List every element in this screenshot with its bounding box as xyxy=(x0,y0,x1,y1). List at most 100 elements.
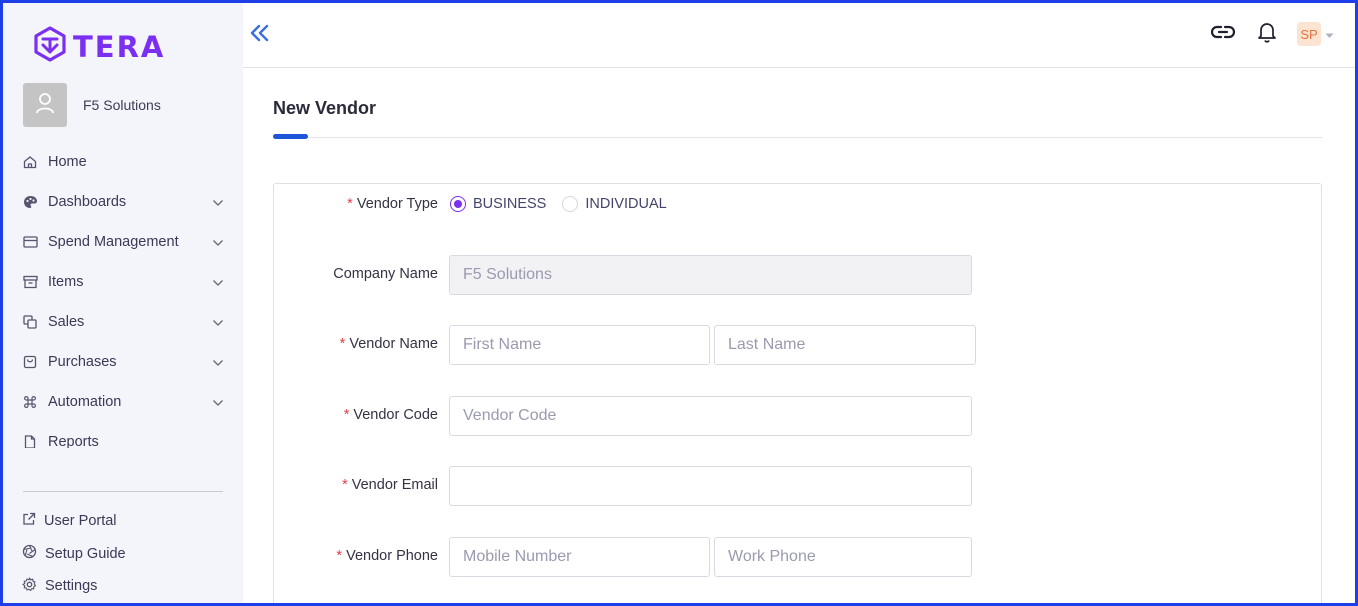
sidebar-bottom-nav: User Portal Setup Guide Settings xyxy=(22,505,126,603)
chevrons-left-icon xyxy=(250,24,270,47)
sidebar-item-user-portal[interactable]: User Portal xyxy=(22,505,126,538)
vendor-type-label-text: Vendor Type xyxy=(356,196,438,212)
chevron-down-icon xyxy=(212,315,224,331)
vendor-email-input[interactable] xyxy=(449,466,972,506)
active-tab-indicator xyxy=(273,134,308,139)
vendor-email-label-text: Vendor Email xyxy=(351,477,438,493)
sidebar-item-label: Sales xyxy=(48,314,85,330)
sidebar-item-label: Automation xyxy=(48,394,122,410)
vendor-phone-label: * Vendor Phone xyxy=(336,548,438,564)
vendor-form: * Vendor Type BUSINESS INDIVIDUAL Company… xyxy=(273,183,1322,606)
chevron-down-icon xyxy=(212,355,224,371)
command-icon xyxy=(22,394,38,410)
required-marker: * xyxy=(347,196,353,212)
vendor-phone-label-text: Vendor Phone xyxy=(346,548,438,564)
sidebar-divider xyxy=(23,491,223,492)
sidebar-item-label: Reports xyxy=(48,434,99,448)
notifications-button[interactable] xyxy=(1253,20,1281,48)
chevron-down-icon xyxy=(212,275,224,291)
logo-text: TERA xyxy=(73,29,166,64)
work-phone-input[interactable] xyxy=(714,537,972,577)
required-marker: * xyxy=(336,548,343,564)
sidebar-item-settings[interactable]: Settings xyxy=(22,570,126,603)
vendor-name-row: * Vendor Name xyxy=(274,325,1321,365)
vendor-code-label: * Vendor Code xyxy=(344,407,438,423)
first-name-input[interactable] xyxy=(449,325,710,365)
required-marker: * xyxy=(342,477,348,493)
sidebar-item-label: Dashboards xyxy=(48,194,127,210)
vendor-name-label-text: Vendor Name xyxy=(349,336,438,352)
company-name-row: Company Name xyxy=(274,255,1321,295)
sidebar-item-reports[interactable]: Reports xyxy=(22,422,226,448)
chevron-down-icon xyxy=(212,195,224,211)
sidebar-item-dashboards[interactable]: Dashboards xyxy=(22,182,226,222)
vendor-email-label: * Vendor Email xyxy=(342,477,438,493)
vendor-code-label-text: Vendor Code xyxy=(353,407,438,423)
app-logo[interactable]: TERA xyxy=(33,26,165,67)
vendor-type-business-radio[interactable]: BUSINESS xyxy=(450,196,546,212)
home-icon xyxy=(22,154,38,170)
chevron-down-icon xyxy=(212,235,224,251)
vendor-name-label: * Vendor Name xyxy=(340,336,438,352)
sidebar-item-label: Settings xyxy=(45,578,98,595)
vendor-type-row: * Vendor Type BUSINESS INDIVIDUAL xyxy=(274,196,1321,216)
sidebar-item-label: Home xyxy=(48,154,87,170)
radio-selected-icon xyxy=(450,196,466,212)
vendor-type-label: * Vendor Type xyxy=(347,196,438,212)
credit-card-icon xyxy=(22,234,38,250)
radio-unselected-icon xyxy=(562,196,579,212)
user-menu-avatar[interactable]: SP xyxy=(1297,22,1321,46)
sidebar-item-automation[interactable]: Automation xyxy=(22,382,226,422)
external-link-icon xyxy=(22,512,36,530)
bell-icon xyxy=(1257,21,1277,48)
vendor-type-individual-radio[interactable]: INDIVIDUAL xyxy=(562,196,667,212)
sidebar-item-setup-guide[interactable]: Setup Guide xyxy=(22,538,126,571)
shopping-bag-icon xyxy=(22,354,38,370)
link-button[interactable] xyxy=(1209,20,1237,48)
tera-logo-icon xyxy=(33,26,67,67)
sidebar-item-home[interactable]: Home xyxy=(22,142,226,182)
sidebar-item-label: User Portal xyxy=(44,513,117,530)
last-name-input[interactable] xyxy=(714,325,976,365)
organization-switcher[interactable]: F5 Solutions xyxy=(23,83,161,127)
topbar-actions: SP xyxy=(1193,20,1334,48)
sidebar-item-sales[interactable]: Sales xyxy=(22,302,226,342)
file-icon xyxy=(22,434,38,448)
radio-label: BUSINESS xyxy=(473,196,547,212)
sidebar-item-label: Spend Management xyxy=(48,234,179,250)
required-marker: * xyxy=(343,407,350,423)
vendor-code-input[interactable] xyxy=(449,396,972,436)
gear-icon xyxy=(22,577,37,596)
vendor-code-row: * Vendor Code xyxy=(274,396,1321,436)
topbar: SP xyxy=(243,0,1358,68)
copy-icon xyxy=(22,314,38,330)
avatar xyxy=(23,83,67,127)
vendor-email-row: * Vendor Email xyxy=(274,466,1321,506)
radio-label: INDIVIDUAL xyxy=(585,196,667,212)
mobile-number-input[interactable] xyxy=(449,537,710,577)
aperture-icon xyxy=(22,544,37,563)
vendor-phone-row: * Vendor Phone xyxy=(274,537,1321,577)
organization-name: F5 Solutions xyxy=(83,97,161,113)
sidebar-item-spend-management[interactable]: Spend Management xyxy=(22,222,226,262)
chevron-down-icon xyxy=(212,395,224,411)
tab-underline xyxy=(273,137,1322,138)
page-title: New Vendor xyxy=(273,98,377,118)
palette-icon xyxy=(22,194,38,210)
sidebar-item-purchases[interactable]: Purchases xyxy=(22,342,226,382)
archive-icon xyxy=(22,274,38,290)
required-marker: * xyxy=(339,336,346,352)
link-icon xyxy=(1210,25,1236,44)
caret-down-icon[interactable] xyxy=(1325,26,1334,44)
sidebar-item-items[interactable]: Items xyxy=(22,262,226,302)
company-name-label: Company Name xyxy=(333,266,438,282)
sidebar: TERA F5 Solutions Home Dashboards Spend … xyxy=(0,0,243,606)
collapse-sidebar-button[interactable] xyxy=(249,24,271,46)
sidebar-item-label: Setup Guide xyxy=(45,545,126,562)
company-name-field[interactable] xyxy=(449,255,972,295)
vendor-type-radio-group: BUSINESS INDIVIDUAL xyxy=(450,196,683,212)
sidebar-item-label: Items xyxy=(48,274,84,290)
sidebar-nav-scroll[interactable]: Home Dashboards Spend Management Items S… xyxy=(0,142,243,448)
sidebar-item-label: Purchases xyxy=(48,354,117,370)
user-icon xyxy=(35,92,55,119)
